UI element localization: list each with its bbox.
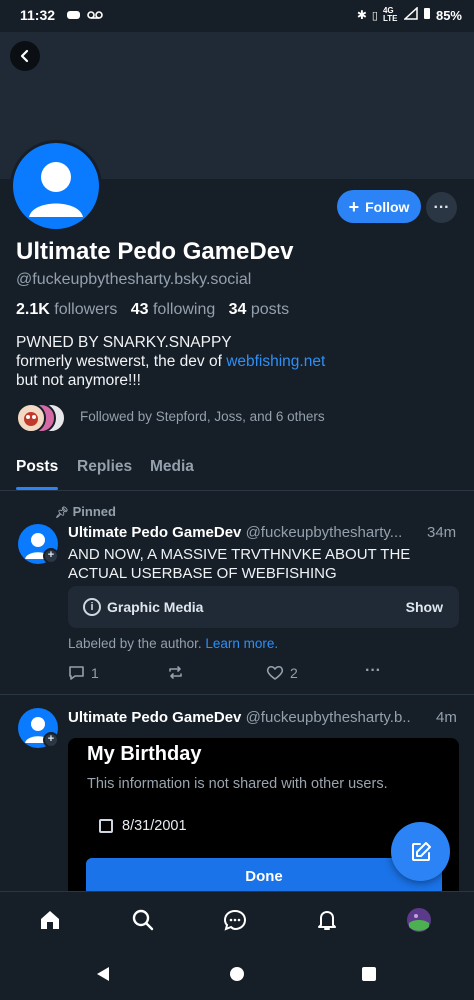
calendar-icon <box>99 819 113 833</box>
pin-icon: 📌︎ <box>55 507 69 519</box>
profile-stats: 2.1K followers 43 following 34 posts <box>16 301 289 319</box>
ellipsis-icon: ··· <box>433 198 450 216</box>
status-time: 11:32 <box>20 7 56 23</box>
default-avatar-icon <box>29 162 83 217</box>
nav-chat[interactable] <box>221 906 249 934</box>
post-more-button[interactable]: ··· <box>365 662 381 680</box>
compose-icon <box>411 841 431 861</box>
nav-profile[interactable] <box>405 906 433 934</box>
profile-display-name: Ultimate Pedo GameDev <box>16 238 294 265</box>
battery-level: 85% <box>435 7 462 23</box>
battery-icon <box>423 7 431 23</box>
vibrate-icon: ▯ <box>371 9 378 22</box>
follow-button[interactable]: + Follow <box>337 190 421 223</box>
tab-posts[interactable]: Posts <box>16 458 58 476</box>
post-header: Ultimate Pedo GameDev @fuckeupbytheshart… <box>68 524 402 541</box>
post-author[interactable]: Ultimate Pedo GameDev <box>68 709 241 726</box>
follow-plus-icon[interactable]: + <box>43 548 59 564</box>
bio-line: but not anymore!!! <box>16 372 141 389</box>
label-notice: Labeled by the author. Learn more. <box>68 636 279 651</box>
post-time[interactable]: 34m <box>427 524 456 541</box>
back-button[interactable] <box>10 41 40 71</box>
profile-bio: PWNED BY SNARKY.SNAPPY formerly westwers… <box>16 333 456 390</box>
heart-icon <box>266 665 284 680</box>
network-icon: 4G LTE <box>382 6 398 23</box>
follower-avatar <box>16 403 46 433</box>
nav-notifications[interactable] <box>313 906 341 934</box>
post-header: Ultimate Pedo GameDev @fuckeupbytheshart… <box>68 709 411 726</box>
learn-more-link[interactable]: Learn more. <box>205 636 278 651</box>
status-bar: 11:32 ✱ ▯ 4G LTE 85% <box>0 0 474 32</box>
ellipsis-icon: ··· <box>365 662 381 679</box>
triangle-back-icon <box>97 967 109 981</box>
bio-line: PWNED BY SNARKY.SNAPPY <box>16 334 232 351</box>
post-handle[interactable]: @fuckeupbythesharty... <box>246 524 403 541</box>
repost-icon <box>169 666 182 679</box>
image-subtitle: This information is not shared with othe… <box>87 776 388 792</box>
like-button[interactable]: 2 <box>266 664 298 681</box>
home-icon <box>41 911 59 929</box>
like-count: 2 <box>290 664 298 681</box>
pinned-label: 📌︎ Pinned <box>55 504 116 519</box>
posts-count: 34 posts <box>228 301 290 318</box>
plus-icon: + <box>348 196 360 217</box>
bio-line: formerly westwerst, the dev of webfishin… <box>16 353 326 370</box>
followed-by-text[interactable]: Followed by Stepford, Joss, and 6 others <box>80 409 325 424</box>
post-author[interactable]: Ultimate Pedo GameDev <box>68 524 241 541</box>
post-handle[interactable]: @fuckeupbythesharty.b.. <box>246 709 411 726</box>
compose-button[interactable] <box>391 822 450 881</box>
post-text: AND NOW, A MASSIVE TRVTHNVKE ABOUT THE A… <box>68 546 411 582</box>
reply-count: 1 <box>91 664 99 681</box>
followers-link[interactable]: 2.1K followers <box>16 301 117 318</box>
chat-icon <box>223 909 247 931</box>
follow-plus-icon[interactable]: + <box>43 732 59 748</box>
system-home-button[interactable] <box>230 967 244 981</box>
following-link[interactable]: 43 following <box>131 301 216 318</box>
repost-button[interactable] <box>167 664 184 681</box>
bottom-nav <box>0 891 474 946</box>
post-time[interactable]: 4m <box>436 709 457 726</box>
image-title: My Birthday <box>87 743 202 765</box>
profile-avatar-icon <box>407 908 431 932</box>
post-image[interactable]: My Birthday This information is not shar… <box>68 738 459 898</box>
reply-icon <box>69 666 84 680</box>
gamepad-voicemail-icon <box>67 11 103 19</box>
search-icon <box>132 909 154 931</box>
post-divider <box>0 694 474 695</box>
tab-media[interactable]: Media <box>150 458 194 476</box>
content-warning[interactable]: i Graphic Media Show <box>68 586 459 628</box>
tab-replies[interactable]: Replies <box>77 458 132 476</box>
profile-avatar[interactable] <box>10 140 102 232</box>
bell-icon <box>318 911 336 930</box>
nav-home[interactable] <box>36 906 64 934</box>
notification-icons <box>66 8 106 25</box>
active-tab-indicator <box>16 487 58 490</box>
reply-button[interactable]: 1 <box>68 664 99 681</box>
follow-label: Follow <box>365 198 410 215</box>
status-right: ✱ ▯ 4G LTE 85% <box>356 6 462 23</box>
bluetooth-icon: ✱ <box>356 8 367 22</box>
content-warning-label: Graphic Media <box>107 599 204 615</box>
profile-more-button[interactable]: ··· <box>426 192 457 223</box>
system-back-button[interactable] <box>96 966 110 987</box>
chevron-left-icon <box>20 49 29 63</box>
image-date: 8/31/2001 <box>122 818 187 834</box>
signal-icon <box>403 6 418 23</box>
profile-tabs: Posts Replies Media <box>0 446 474 491</box>
profile-handle: @fuckeupbythesharty.bsky.social <box>16 271 252 288</box>
system-recents-button[interactable] <box>362 967 376 981</box>
nav-search[interactable] <box>129 906 157 934</box>
system-nav-bar <box>0 946 474 1000</box>
bio-link[interactable]: webfishing.net <box>226 353 325 370</box>
info-icon: i <box>83 598 101 616</box>
show-button[interactable]: Show <box>406 599 443 615</box>
